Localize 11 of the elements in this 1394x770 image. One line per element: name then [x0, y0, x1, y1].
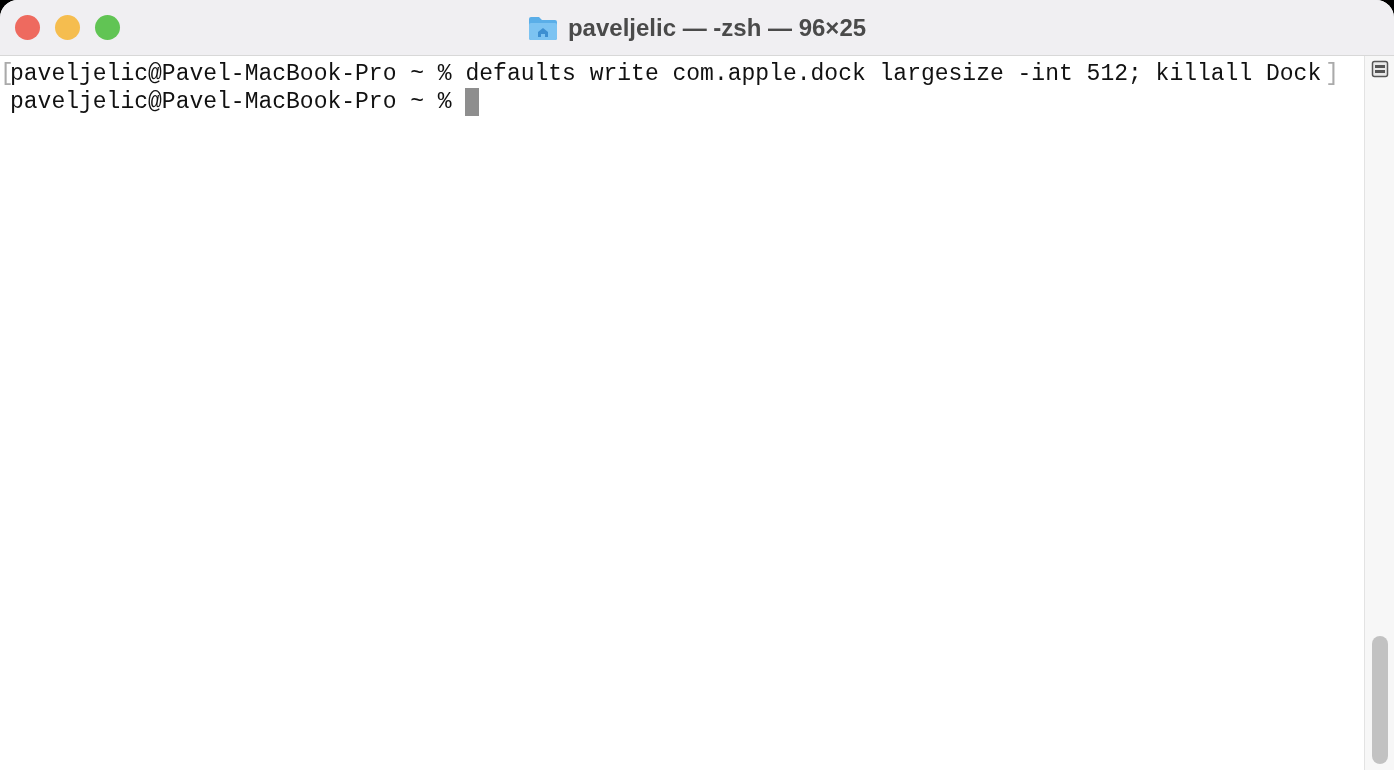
scrollbar-thumb[interactable]: [1371, 636, 1388, 764]
mark-bracket: [: [0, 60, 10, 88]
window-title: paveljelic — -zsh — 96×25: [567, 12, 867, 43]
minimize-button[interactable]: [55, 15, 80, 40]
terminal-line: paveljelic@Pavel-MacBook-Pro ~ % defaults write com.apple.dock largesize -int 512; killall Dock: [10, 60, 1322, 88]
terminal-line: paveljelic@Pavel-MacBook-Pro ~ %: [10, 88, 453, 116]
zoom-button[interactable]: [95, 15, 120, 40]
mark-bracket: ]: [1325, 60, 1340, 88]
home-folder-icon: [527, 14, 558, 41]
split-pane-icon[interactable]: [1370, 60, 1389, 78]
close-button[interactable]: [15, 15, 40, 40]
